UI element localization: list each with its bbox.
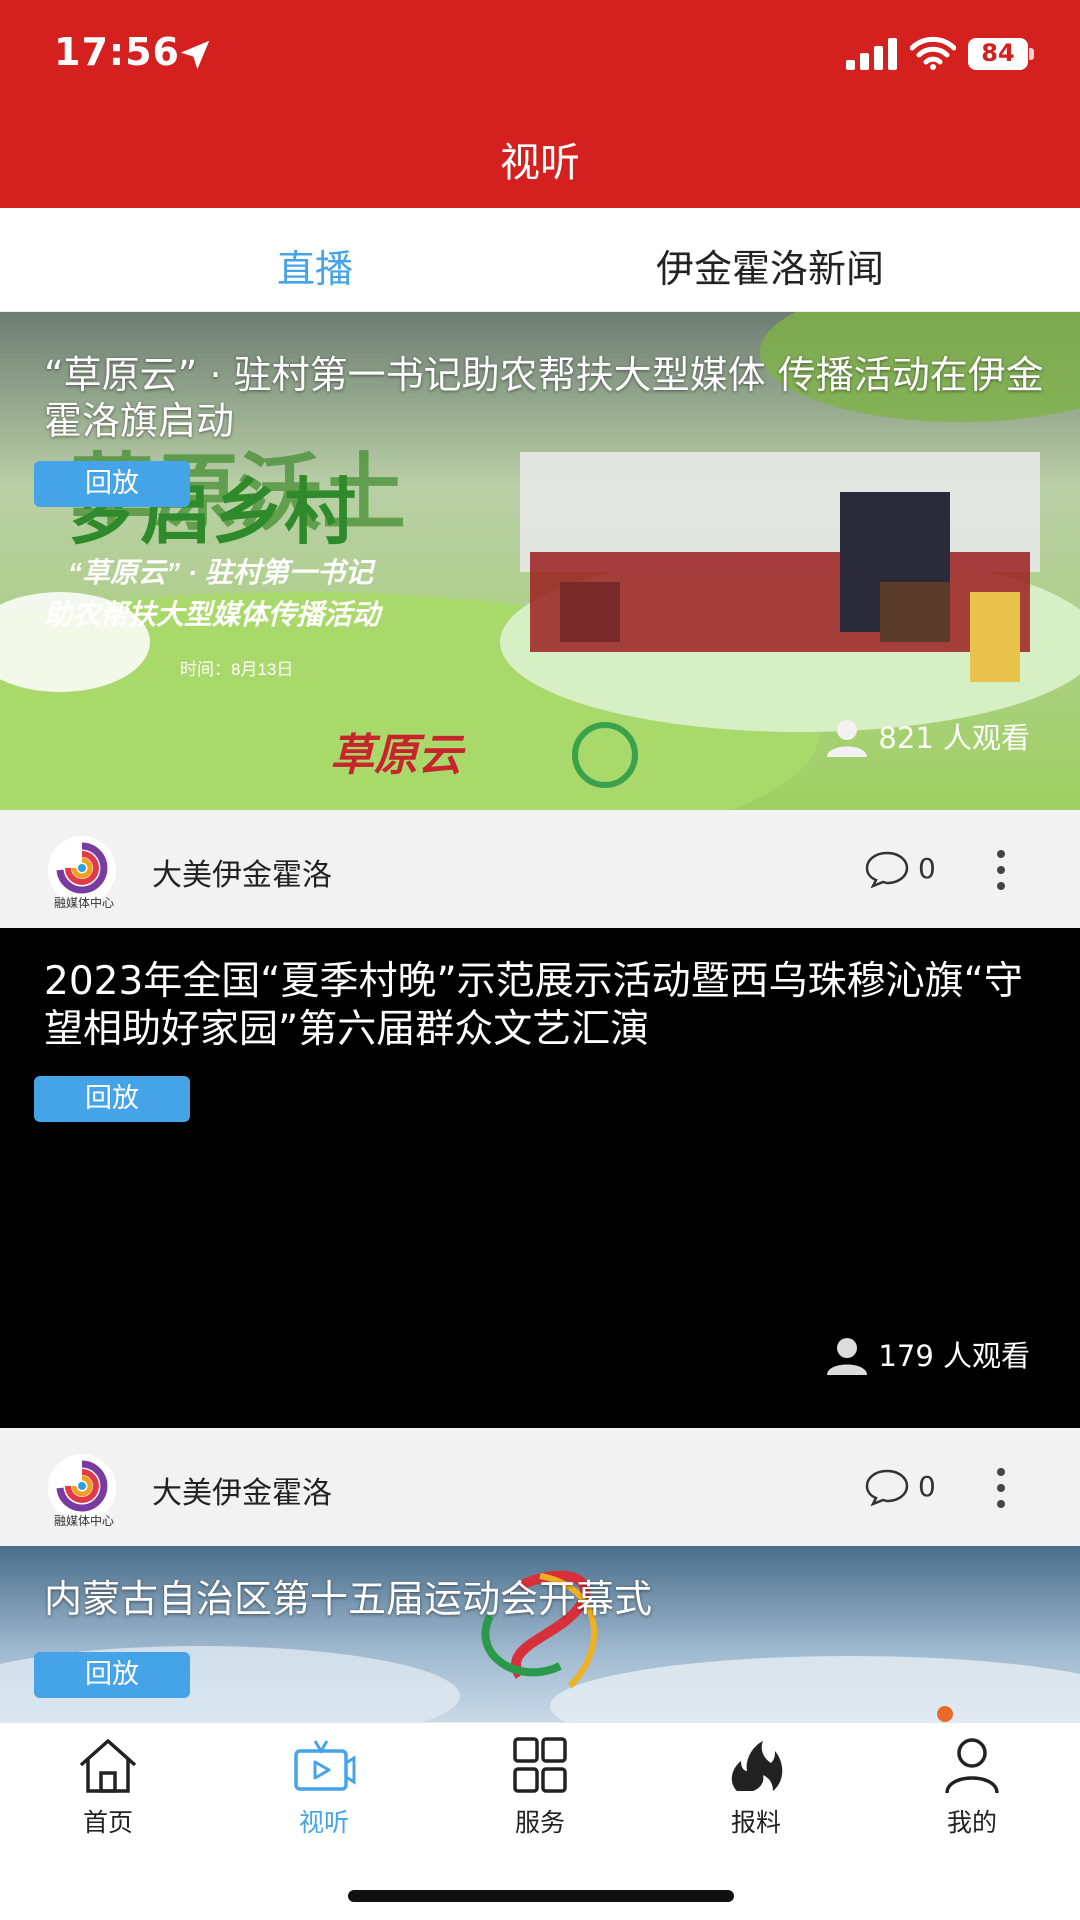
- card-meta-bar: 融媒体中心 大美伊金霍洛 0: [0, 1428, 1080, 1546]
- nav-audio-visual-label: 视听: [298, 1808, 349, 1837]
- viewer-count: 821 人观看: [826, 718, 1030, 758]
- comment-icon[interactable]: [864, 850, 910, 888]
- tab-live[interactable]: 直播: [215, 238, 415, 293]
- battery-icon: 84: [968, 38, 1034, 70]
- home-indicator[interactable]: [348, 1890, 734, 1902]
- replay-badge[interactable]: 回放: [34, 461, 190, 507]
- nav-audio-visual[interactable]: 视听: [254, 1737, 394, 1837]
- wifi-icon: [910, 36, 956, 70]
- comment-icon[interactable]: [864, 1468, 910, 1506]
- video-card-thumbnail[interactable]: 内蒙古自治区第十五届运动会开幕式 回放: [0, 1546, 1080, 1722]
- page-title: 视听: [500, 140, 580, 186]
- svg-text:草原云: 草原云: [330, 731, 466, 780]
- video-feed[interactable]: 草原沃土 . 梦启乡村 “草原云” · 驻村第一书记 助农帮扶大型媒体传播活动 …: [0, 312, 1080, 1722]
- app-header: 17:56 84 视听: [0, 0, 1080, 208]
- tab-yijinhuoluo-news[interactable]: 伊金霍洛新闻: [600, 238, 940, 293]
- tv-icon: [294, 1740, 356, 1791]
- avatar-caption: 融媒体中心: [53, 1514, 114, 1528]
- viewer-count: 179 人观看: [826, 1336, 1030, 1376]
- category-tabs: 直播 伊金霍洛新闻: [0, 208, 1080, 312]
- card-title[interactable]: 内蒙古自治区第十五届运动会开幕式: [44, 1576, 1044, 1622]
- home-icon: [79, 1739, 137, 1793]
- grid-icon: [513, 1737, 567, 1793]
- comment-count: 0: [918, 1470, 936, 1503]
- video-card-thumbnail[interactable]: 草原沃土 . 梦启乡村 “草原云” · 驻村第一书记 助农帮扶大型媒体传播活动 …: [0, 312, 1080, 810]
- nav-services[interactable]: 服务: [470, 1737, 610, 1837]
- replay-badge[interactable]: 回放: [34, 1652, 190, 1698]
- viewer-count-text: 179 人观看: [878, 1339, 1030, 1373]
- location-arrow-icon: [180, 40, 210, 70]
- nav-report[interactable]: 报料: [686, 1737, 826, 1837]
- svg-text:时间：8月13日: 时间：8月13日: [180, 660, 293, 679]
- nav-report-label: 报料: [730, 1808, 781, 1837]
- card-title[interactable]: 2023年全国“夏季村晚”示范展示活动暨西乌珠穆沁旗“守望相助好家园”第六届群众…: [44, 958, 1044, 1054]
- svg-text:“草原云” · 驻村第一书记: “草原云” · 驻村第一书记: [68, 557, 376, 588]
- comment-count: 0: [918, 852, 936, 885]
- replay-badge[interactable]: 回放: [34, 1076, 190, 1122]
- battery-level: 84: [981, 39, 1015, 67]
- card-meta-bar: 融媒体中心 大美伊金霍洛 0: [0, 810, 1080, 928]
- video-card-thumbnail[interactable]: 2023年全国“夏季村晚”示范展示活动暨西乌珠穆沁旗“守望相助好家园”第六届群众…: [0, 928, 1080, 1428]
- source-name[interactable]: 大美伊金霍洛: [152, 1468, 332, 1512]
- more-options-icon[interactable]: [996, 848, 1006, 892]
- status-bar: 17:56 84: [0, 0, 1080, 110]
- person-icon: [827, 720, 868, 757]
- nav-mine[interactable]: 我的: [902, 1737, 1042, 1837]
- nav-services-label: 服务: [514, 1808, 565, 1837]
- viewer-count-text: 821 人观看: [878, 721, 1030, 755]
- nav-mine-label: 我的: [946, 1808, 997, 1837]
- nav-home[interactable]: 首页: [38, 1737, 178, 1837]
- cellular-signal-icon: [846, 38, 897, 70]
- card-title[interactable]: “草原云” · 驻村第一书记助农帮扶大型媒体 传播活动在伊金霍洛旗启动: [44, 352, 1044, 444]
- flame-icon: [731, 1741, 783, 1791]
- person-icon: [827, 1338, 868, 1375]
- status-time: 17:56: [54, 30, 180, 74]
- source-name[interactable]: 大美伊金霍洛: [152, 850, 332, 894]
- person-icon: [945, 1738, 999, 1794]
- more-options-icon[interactable]: [996, 1466, 1006, 1510]
- nav-home-label: 首页: [82, 1808, 133, 1837]
- avatar-caption: 融媒体中心: [53, 896, 114, 910]
- svg-text:助农帮扶大型媒体传播活动: 助农帮扶大型媒体传播活动: [44, 599, 384, 630]
